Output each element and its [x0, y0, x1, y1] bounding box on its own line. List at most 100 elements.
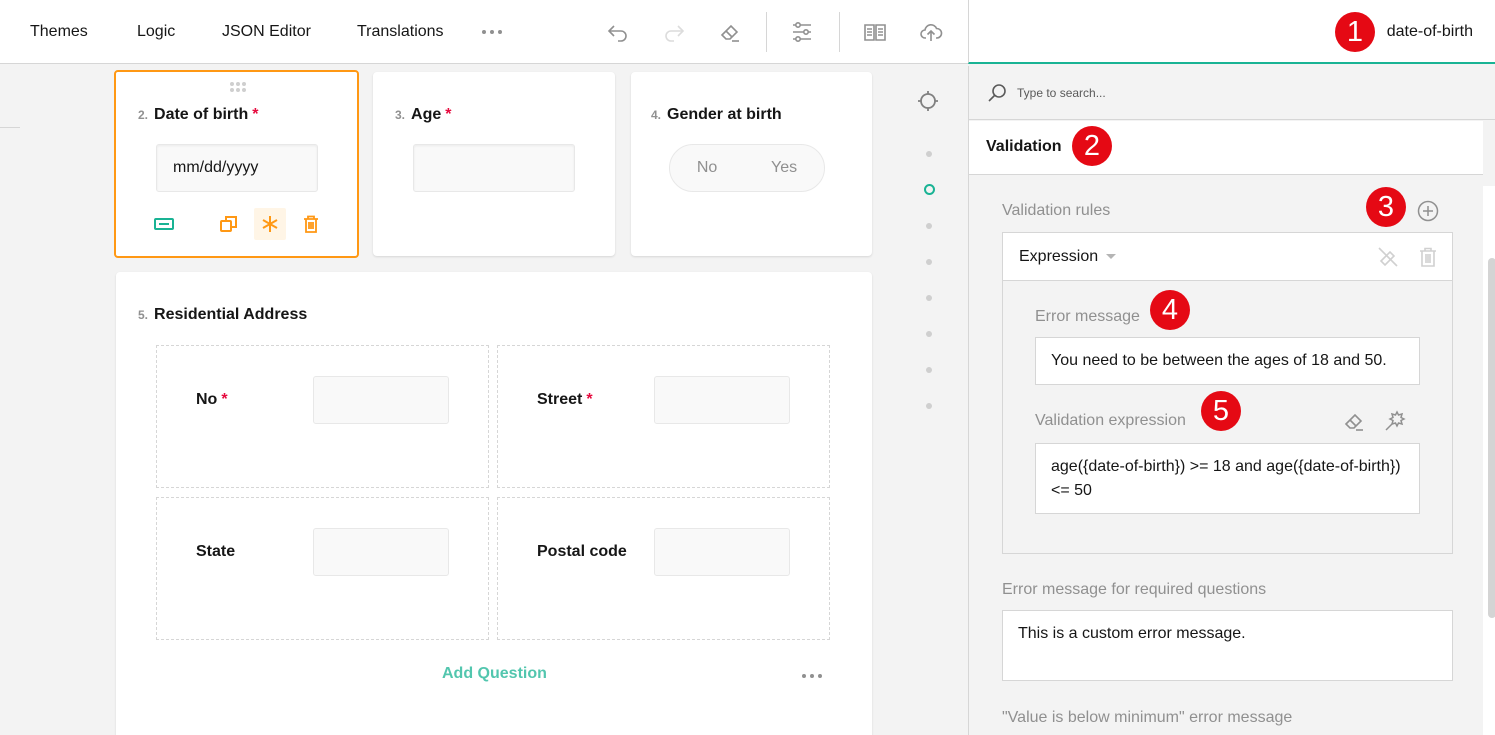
- designer-toolbar: Themes Logic JSON Editor Translations: [0, 0, 968, 64]
- drag-handle-icon[interactable]: [230, 82, 246, 92]
- redo-button[interactable]: [660, 18, 688, 46]
- question-title[interactable]: 4. Gender at birth: [651, 106, 782, 124]
- validation-rules-label: Validation rules: [1002, 202, 1111, 219]
- no-input[interactable]: [313, 376, 449, 424]
- field-label: Postal code: [537, 543, 627, 560]
- validation-expression-input[interactable]: age({date-of-birth}) >= 18 and age({date…: [1035, 443, 1420, 514]
- nav-dot[interactable]: [926, 331, 932, 337]
- panel-title-text: Residential Address: [154, 306, 308, 323]
- required-error-input[interactable]: This is a custom error message.: [1002, 610, 1453, 681]
- question-title[interactable]: 2. Date of birth *: [138, 106, 258, 124]
- tab-json-editor[interactable]: JSON Editor: [222, 0, 311, 64]
- eraser-icon: [720, 24, 739, 42]
- question-number: 5.: [138, 308, 149, 322]
- design-surface: 2. Date of birth * mm/dd/yyyy 3. Age * 4. Gen…: [0, 65, 968, 735]
- expression-wizard-button[interactable]: [1381, 407, 1409, 435]
- nav-dot[interactable]: [926, 295, 932, 301]
- validation-expression-label: Validation expression: [1035, 412, 1186, 429]
- preview-button[interactable]: [861, 18, 889, 46]
- input-type-button[interactable]: [148, 208, 180, 240]
- add-rule-button[interactable]: [1414, 197, 1442, 225]
- error-message-input[interactable]: You need to be between the ages of 18 an…: [1035, 337, 1420, 385]
- clear-expression-button[interactable]: [1340, 407, 1368, 435]
- nav-dot[interactable]: [926, 403, 932, 409]
- nav-dot-current[interactable]: [924, 184, 935, 195]
- panel-question-no[interactable]: No *: [156, 345, 489, 488]
- tab-logic[interactable]: Logic: [137, 0, 175, 64]
- annotation-badge-3: 3: [1366, 187, 1406, 227]
- panel-card-residential-address[interactable]: 5. Residential Address No * Street * State …: [116, 272, 872, 735]
- required-toggle-button[interactable]: [254, 208, 286, 240]
- settings-button[interactable]: [788, 18, 816, 46]
- asterisk-icon: [262, 216, 278, 232]
- selected-object-name[interactable]: date-of-birth: [1387, 0, 1473, 64]
- scrollbar-thumb[interactable]: [1488, 258, 1495, 618]
- undo-icon: [607, 25, 627, 42]
- question-card-date-of-birth[interactable]: 2. Date of birth * mm/dd/yyyy: [114, 70, 359, 258]
- nav-dot[interactable]: [926, 223, 932, 229]
- postal-code-input[interactable]: [654, 528, 790, 576]
- magic-wand-icon: [1385, 410, 1406, 431]
- panel-title[interactable]: 5. Residential Address: [138, 306, 307, 324]
- nav-dot[interactable]: [926, 259, 932, 265]
- clear-icon: [1378, 247, 1398, 267]
- more-tabs-button[interactable]: [482, 30, 502, 34]
- nav-dot[interactable]: [926, 151, 932, 157]
- divider: [0, 127, 20, 128]
- cloud-upload-icon: [920, 24, 943, 41]
- annotation-badge-5: 5: [1201, 391, 1241, 431]
- panel-question-state[interactable]: State: [156, 497, 489, 640]
- toggle-option-yes[interactable]: Yes: [757, 155, 811, 181]
- question-number: 4.: [651, 108, 662, 122]
- property-search-input[interactable]: [1017, 85, 1317, 100]
- trash-icon: [304, 215, 318, 233]
- state-input[interactable]: [313, 528, 449, 576]
- property-search: [969, 66, 1495, 120]
- delete-question-button[interactable]: [295, 208, 327, 240]
- street-input[interactable]: [654, 376, 790, 424]
- rule-type-dropdown[interactable]: Expression: [1019, 233, 1117, 281]
- crosshair-icon: [918, 91, 938, 111]
- age-input[interactable]: [413, 144, 575, 192]
- add-question-button[interactable]: Add Question: [442, 665, 547, 683]
- duplicate-button[interactable]: [213, 208, 245, 240]
- error-message-label: Error message: [1035, 308, 1140, 325]
- plus-circle-icon: [1417, 200, 1439, 222]
- copy-icon: [220, 216, 237, 232]
- question-card-age[interactable]: 3. Age *: [373, 72, 615, 256]
- toolbar-divider: [839, 12, 840, 52]
- search-icon: [988, 83, 1006, 102]
- boolean-toggle[interactable]: No Yes: [669, 144, 825, 192]
- question-title-text: Date of birth: [154, 106, 249, 123]
- field-label: State: [196, 543, 236, 560]
- panel-question-postal-code[interactable]: Postal code: [497, 497, 830, 640]
- clear-survey-button[interactable]: [716, 18, 744, 46]
- delete-rule-button[interactable]: [1414, 243, 1442, 271]
- min-value-error-label: "Value is below minimum" error message: [1002, 709, 1293, 726]
- nav-dot[interactable]: [926, 367, 932, 373]
- date-input[interactable]: mm/dd/yyyy: [156, 144, 318, 192]
- locate-element-button[interactable]: [916, 89, 940, 118]
- tab-translations[interactable]: Translations: [357, 0, 444, 64]
- category-validation[interactable]: Validation: [969, 121, 1483, 175]
- required-asterisk: *: [445, 106, 452, 123]
- clear-rule-button[interactable]: [1374, 243, 1402, 271]
- book-preview-icon: [864, 24, 886, 41]
- trash-icon: [1420, 247, 1436, 267]
- question-number: 3.: [395, 108, 406, 122]
- required-asterisk: *: [586, 391, 593, 408]
- required-asterisk: *: [252, 106, 259, 123]
- question-title-text: Age: [411, 106, 442, 123]
- question-number: 2.: [138, 108, 149, 122]
- question-title[interactable]: 3. Age *: [395, 106, 451, 124]
- required-error-label: Error message for required questions: [1002, 581, 1267, 598]
- save-survey-button[interactable]: [917, 18, 945, 46]
- question-type-menu-button[interactable]: [802, 674, 822, 678]
- question-title-text: Gender at birth: [667, 106, 782, 123]
- rule-header: Expression: [1003, 233, 1452, 281]
- toggle-option-no[interactable]: No: [683, 155, 731, 181]
- panel-question-street[interactable]: Street *: [497, 345, 830, 488]
- question-card-gender[interactable]: 4. Gender at birth No Yes: [631, 72, 872, 256]
- undo-button[interactable]: [604, 18, 632, 46]
- tab-themes[interactable]: Themes: [30, 0, 88, 64]
